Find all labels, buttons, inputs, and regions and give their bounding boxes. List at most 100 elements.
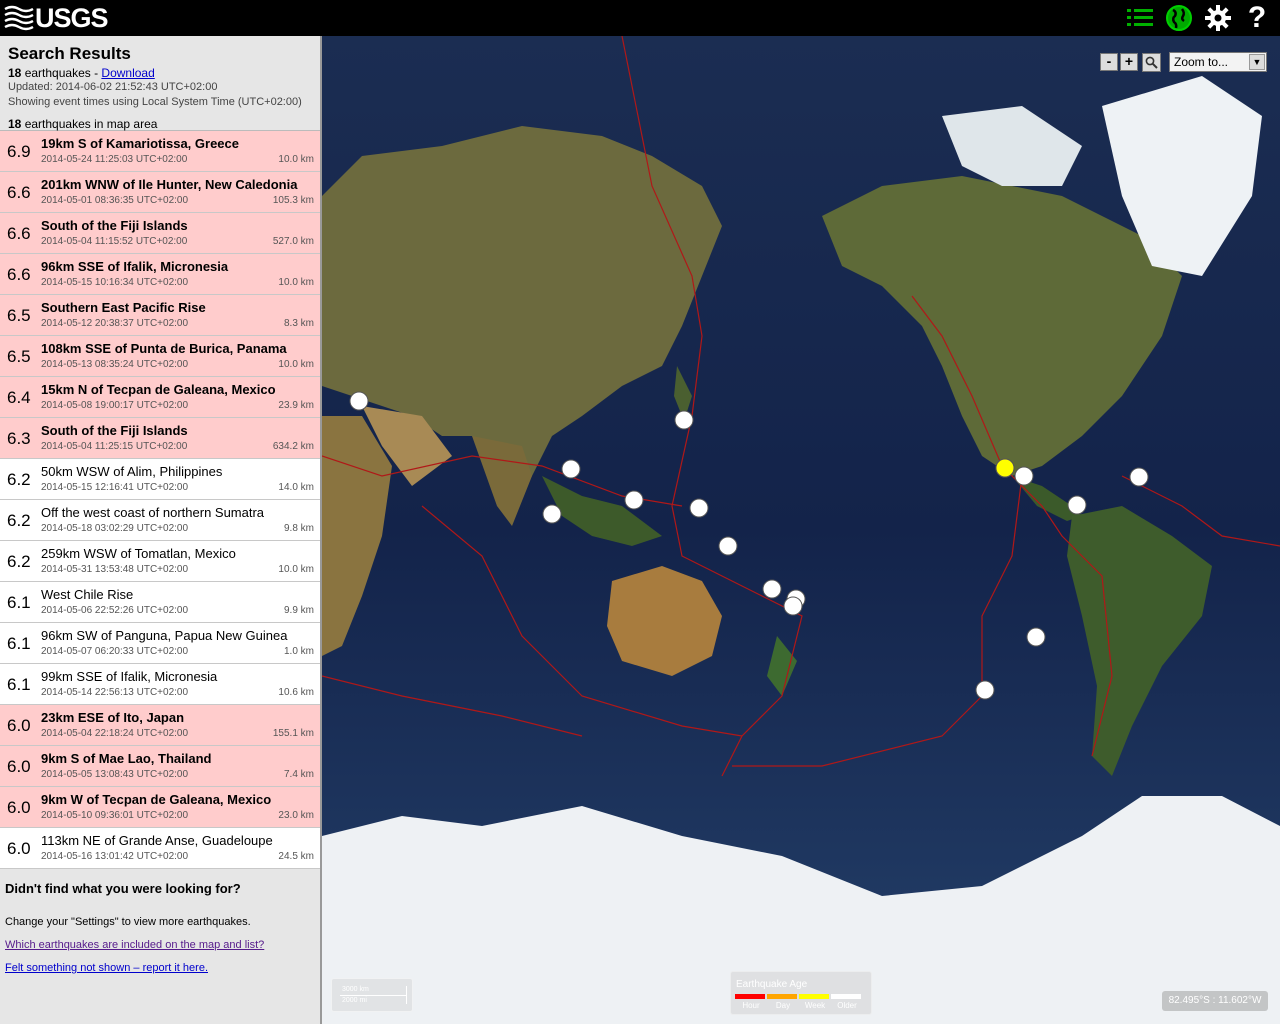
earthquake-place: 50km WSW of Alim, Philippines: [41, 464, 223, 479]
earthquake-magnitude: 6.6: [7, 265, 31, 284]
earthquake-time: 2014-05-08 19:00:17 UTC+02:00: [41, 400, 189, 411]
earthquake-marker[interactable]: [674, 410, 694, 430]
earthquake-time: 2014-05-14 22:56:13 UTC+02:00: [41, 687, 189, 698]
earthquake-marker[interactable]: [561, 459, 581, 479]
help-icon: ?: [1247, 1, 1267, 34]
scale-km: 3000 km: [342, 986, 369, 993]
earthquake-depth: 23.0 km: [278, 810, 314, 821]
chevron-down-icon: ▼: [1249, 54, 1265, 70]
zoom-controls: - + Zoom to... ▼: [1100, 52, 1267, 72]
zoom-out-button[interactable]: -: [1100, 53, 1118, 71]
earthquake-marker[interactable]: [1129, 467, 1149, 487]
earthquake-list-item[interactable]: 6.2 Off the west coast of northern Sumatr…: [0, 500, 320, 541]
earthquake-time: 2014-05-24 11:25:03 UTC+02:00: [41, 154, 188, 165]
earthquake-marker[interactable]: [624, 490, 644, 510]
earthquake-marker[interactable]: [783, 596, 803, 616]
legend-swatches: [735, 994, 863, 999]
earthquake-list-item[interactable]: 6.9 19km S of Kamariotissa, Greece 2014-05…: [0, 131, 320, 172]
usgs-logo[interactable]: USGS: [4, 2, 109, 34]
earthquake-marker[interactable]: [689, 498, 709, 518]
report-felt-link[interactable]: Felt something not shown – report it her…: [5, 962, 315, 974]
scale-mi: 2000 mi: [342, 997, 367, 1004]
top-bar: USGS ?: [0, 0, 1280, 36]
earthquake-marker[interactable]: [762, 579, 782, 599]
zoom-to-value: Zoom to...: [1174, 55, 1229, 69]
earthquake-magnitude: 6.2: [7, 470, 31, 489]
earthquake-depth: 10.0 km: [278, 277, 314, 288]
earthquake-magnitude: 6.0: [7, 757, 31, 776]
search-summary: Search Results 18 earthquakes - Download…: [0, 36, 320, 131]
earthquake-magnitude: 6.0: [7, 716, 31, 735]
earthquake-marker-recent[interactable]: [995, 458, 1015, 478]
zoom-to-select[interactable]: Zoom to... ▼: [1169, 52, 1267, 72]
earthquake-list-item[interactable]: 6.5 108km SSE of Punta de Burica, Panama 2…: [0, 336, 320, 377]
included-earthquakes-link[interactable]: Which earthquakes are included on the ma…: [5, 939, 315, 951]
earthquake-list-item[interactable]: 6.6 201km WNW of Ile Hunter, New Caledoni…: [0, 172, 320, 213]
legend-labels: Hour Day Week Older: [735, 1001, 863, 1010]
earthquake-place: 96km SSE of Ifalik, Micronesia: [41, 259, 229, 274]
earthquake-magnitude: 6.2: [7, 511, 31, 530]
earthquake-map[interactable]: - + Zoom to... ▼ 3000 km 2000 mi Earthqu…: [322, 36, 1280, 1024]
zoom-in-button[interactable]: +: [1120, 53, 1138, 71]
earthquake-list-item[interactable]: 6.2 50km WSW of Alim, Philippines 2014-05-…: [0, 459, 320, 500]
earthquake-marker[interactable]: [975, 680, 995, 700]
earthquake-list-item[interactable]: 6.0 9km S of Mae Lao, Thailand 2014-05-05 …: [0, 746, 320, 787]
earthquake-depth: 7.4 km: [283, 769, 314, 780]
earthquake-list-item[interactable]: 6.0 23km ESE of Ito, Japan 2014-05-04 22:1…: [0, 705, 320, 746]
list-view-button[interactable]: [1123, 2, 1157, 34]
earthquake-depth: 10.6 km: [278, 687, 314, 698]
earthquake-depth: 634.2 km: [272, 441, 314, 452]
earthquake-time: 2014-05-15 12:16:41 UTC+02:00: [41, 482, 189, 493]
zoom-search-button[interactable]: [1142, 52, 1161, 72]
earthquake-magnitude: 6.2: [7, 552, 31, 571]
earthquake-list-item[interactable]: 6.4 15km N of Tecpan de Galeana, Mexico 20…: [0, 377, 320, 418]
earthquake-place: 201km WNW of Ile Hunter, New Caledonia: [41, 177, 298, 192]
earthquake-list-item[interactable]: 6.1 West Chile Rise 2014-05-06 22:52:26 UT…: [0, 582, 320, 623]
help-question: Didn't find what you were looking for?: [5, 881, 241, 896]
earthquake-magnitude: 6.6: [7, 183, 31, 202]
earthquake-list-item[interactable]: 6.1 99km SSE of Ifalik, Micronesia 2014-05…: [0, 664, 320, 705]
earthquake-list-item[interactable]: 6.5 Southern East Pacific Rise 2014-05-12 …: [0, 295, 320, 336]
earthquake-time: 2014-05-13 08:35:24 UTC+02:00: [41, 359, 189, 370]
earthquake-place: 15km N of Tecpan de Galeana, Mexico: [41, 382, 276, 397]
earthquake-time: 2014-05-04 22:18:24 UTC+02:00: [41, 728, 189, 739]
help-button[interactable]: ?: [1240, 1, 1274, 34]
earthquake-marker[interactable]: [542, 504, 562, 524]
download-link[interactable]: Download: [101, 66, 154, 80]
map-view-button[interactable]: [1162, 2, 1196, 34]
earthquake-depth: 8.3 km: [283, 318, 314, 329]
earthquake-list-item[interactable]: 6.2 259km WSW of Tomatlan, Mexico 2014-05-…: [0, 541, 320, 582]
earthquake-place: 23km ESE of Ito, Japan: [41, 710, 185, 725]
settings-button[interactable]: [1201, 2, 1235, 34]
earthquake-list-item[interactable]: 6.1 96km SW of Panguna, Papua New Guinea 2…: [0, 623, 320, 664]
earthquake-magnitude: 6.3: [7, 429, 31, 448]
cursor-coordinates: 82.495°S : 11.602°W: [1162, 991, 1268, 1011]
earthquake-place: South of the Fiji Islands: [41, 423, 188, 438]
earthquake-list-item[interactable]: 6.0 113km NE of Grande Anse, Guadeloupe 20…: [0, 828, 320, 869]
map-area-count: 18 earthquakes in map area: [8, 117, 312, 131]
earthquake-list-item[interactable]: 6.6 South of the Fiji Islands 2014-05-04 1…: [0, 213, 320, 254]
earthquake-marker[interactable]: [1026, 627, 1046, 647]
earthquake-magnitude: 6.6: [7, 224, 31, 243]
earthquake-depth: 527.0 km: [272, 236, 314, 247]
legend-swatch-hour: [735, 994, 765, 999]
earthquake-magnitude: 6.5: [7, 347, 31, 366]
legend-label-day: Day: [775, 1001, 791, 1010]
earthquake-marker[interactable]: [1014, 466, 1034, 486]
earthquake-marker[interactable]: [718, 536, 738, 556]
earthquake-place: 259km WSW of Tomatlan, Mexico: [41, 546, 236, 561]
earthquake-place: 108km SSE of Punta de Burica, Panama: [41, 341, 287, 356]
results-sidebar: Search Results 18 earthquakes - Download…: [0, 36, 322, 1024]
earthquake-list-item[interactable]: 6.6 96km SSE of Ifalik, Micronesia 2014-05…: [0, 254, 320, 295]
map-canvas[interactable]: [322, 36, 1280, 1024]
earthquake-depth: 23.9 km: [278, 400, 314, 411]
magnifier-icon: [1145, 56, 1158, 69]
results-title: Search Results: [8, 44, 131, 63]
earthquake-list-item[interactable]: 6.3 South of the Fiji Islands 2014-05-04 1…: [0, 418, 320, 459]
earthquake-list-item[interactable]: 6.0 9km W of Tecpan de Galeana, Mexico 201…: [0, 787, 320, 828]
earthquake-depth: 9.8 km: [283, 523, 314, 534]
earthquake-marker[interactable]: [349, 391, 369, 411]
earthquake-marker[interactable]: [1067, 495, 1087, 515]
legend-title: Earthquake Age: [736, 979, 808, 990]
earthquake-time: 2014-05-04 11:15:52 UTC+02:00: [41, 236, 188, 247]
